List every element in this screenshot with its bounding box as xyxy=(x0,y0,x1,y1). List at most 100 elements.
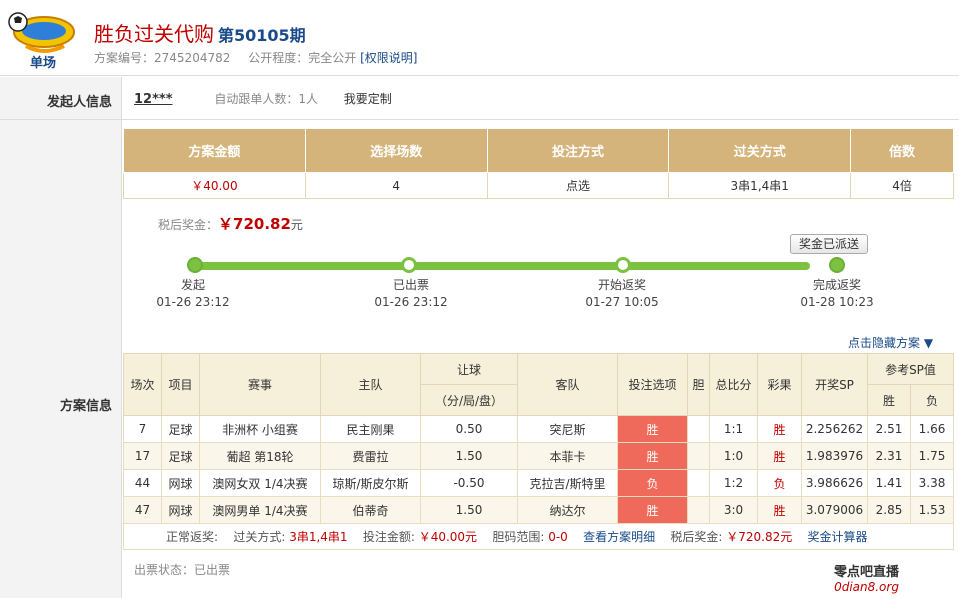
plan-amount: ￥40.00 xyxy=(123,172,306,199)
watermark-line2: 0dian8.org xyxy=(834,580,899,594)
multiple: 4倍 xyxy=(850,172,954,199)
cell-sp: 2.256262 xyxy=(801,415,868,443)
logo-text: 单场 xyxy=(30,56,57,71)
permission-link[interactable]: [权限说明] xyxy=(360,51,417,65)
bonus-value: ￥720.82 xyxy=(218,215,291,233)
progress-node-2 xyxy=(401,257,417,273)
cell-handicap: 1.50 xyxy=(420,496,518,524)
username-link[interactable]: 12*** xyxy=(134,92,173,107)
cell-round: 47 xyxy=(123,496,162,524)
step-time: 01-26 23:12 xyxy=(374,295,448,309)
after-tax-bonus: 税后奖金：￥720.82元 xyxy=(158,213,303,234)
footer-pass-label: 过关方式: xyxy=(233,530,286,544)
cell-score: 1:0 xyxy=(709,442,758,470)
cell-event: 葡超 第18轮 xyxy=(199,442,321,470)
public-value: 完全公开 xyxy=(308,51,357,65)
progress-node-4 xyxy=(829,257,845,273)
page-title: 胜负过关代购 xyxy=(94,22,214,46)
col-pick: 投注选项 xyxy=(617,353,688,416)
public-label: 公开程度： xyxy=(248,51,309,65)
cell-pick: 负 xyxy=(617,469,688,497)
cell-sp: 1.983976 xyxy=(801,442,868,470)
bonus-unit: 元 xyxy=(290,218,303,232)
footer-amount-label: 投注金额: xyxy=(362,530,415,544)
plan-no: 2745204782 xyxy=(154,51,231,65)
cell-home: 琼斯/斯皮尔斯 xyxy=(320,469,421,497)
detail-footer: 正常返奖: 过关方式: 3串1,4串1 投注金额: ￥40.00元 胆码范围: … xyxy=(123,523,954,550)
col-score: 总比分 xyxy=(709,353,758,416)
cell-away: 突尼斯 xyxy=(517,415,618,443)
progress-track xyxy=(195,262,810,270)
plan-meta: 方案编号：2745204782 公开程度：完全公开 [权限说明] xyxy=(94,49,417,66)
danchang-logo: 单场 xyxy=(6,6,76,71)
footer-dan-label: 胆码范围: xyxy=(492,530,545,544)
table-row: 44 网球 澳网女双 1/4决赛 琼斯/斯皮尔斯 -0.50 克拉吉/斯特里 负… xyxy=(123,469,954,497)
summary-value-row: ￥40.00 4 点选 3串1,4串1 4倍 xyxy=(123,172,954,199)
cell-event: 非洲杯 小组赛 xyxy=(199,415,321,443)
footer-normal: 正常返奖: xyxy=(166,530,219,544)
summary-header: 过关方式 xyxy=(668,128,852,173)
cell-sp: 3.986626 xyxy=(801,469,868,497)
cell-handicap: -0.50 xyxy=(420,469,518,497)
col-sp: 开奖SP xyxy=(801,353,868,416)
divider xyxy=(0,119,959,120)
summary-header: 方案金额 xyxy=(123,128,306,173)
step-time: 01-28 10:23 xyxy=(800,295,874,309)
cell-sport: 足球 xyxy=(161,442,200,470)
progress-step: 已出票 01-26 23:12 xyxy=(351,277,471,311)
follow-count: 自动跟单人数：1人 xyxy=(214,92,318,106)
cell-away: 克拉吉/斯特里 xyxy=(517,469,618,497)
plan-label: 方案信息 xyxy=(59,399,112,414)
cell-result: 负 xyxy=(757,469,802,497)
view-detail-link[interactable]: 查看方案明细 xyxy=(583,530,655,544)
page-header: 单场 胜负过关代购 第50105期 方案编号：2745204782 公开程度：完全… xyxy=(0,0,959,76)
footer-bonus-label: 税后奖金: xyxy=(670,530,723,544)
cell-pick: 胜 xyxy=(617,415,688,443)
title-area: 胜负过关代购 第50105期 xyxy=(94,18,306,47)
cell-pick: 胜 xyxy=(617,442,688,470)
col-win: 胜 xyxy=(867,384,911,416)
detail-header-row: 场次 项目 赛事 主队 让球 客队 投注选项 胆 总比分 彩果 开奖SP 参考S… xyxy=(123,353,954,416)
initiator-info: 12*** 自动跟单人数：1人 我要定制 xyxy=(134,90,392,107)
cell-result: 胜 xyxy=(757,415,802,443)
cell-event: 澳网女双 1/4决赛 xyxy=(199,469,321,497)
left-label-column: 发起人信息 方案信息 xyxy=(0,77,122,598)
footer-dan-value: 0-0 xyxy=(548,530,568,544)
summary-header-row: 方案金额 选择场数 投注方式 过关方式 倍数 xyxy=(123,128,954,173)
cell-sport: 网球 xyxy=(161,469,200,497)
col-sport: 项目 xyxy=(161,353,200,416)
summary-header: 选择场数 xyxy=(304,128,488,173)
footer-amount-value: ￥40.00元 xyxy=(418,530,478,544)
col-dan: 胆 xyxy=(687,353,710,416)
hide-plan-link[interactable]: 点击隐藏方案 ▼ xyxy=(848,334,933,351)
cell-handicap: 1.50 xyxy=(420,442,518,470)
step-label: 发起 xyxy=(180,278,205,292)
col-home: 主队 xyxy=(320,353,421,416)
progress-step: 完成返奖 01-28 10:23 xyxy=(777,277,897,311)
cell-win-sp: 1.41 xyxy=(867,469,911,497)
cell-sp: 3.079006 xyxy=(801,496,868,524)
step-label: 完成返奖 xyxy=(812,278,861,292)
cell-pick: 胜 xyxy=(617,496,688,524)
plan-no-label: 方案编号： xyxy=(94,51,155,65)
bonus-calculator-link[interactable]: 奖金计算器 xyxy=(807,530,867,544)
custom-follow-link[interactable]: 我要定制 xyxy=(344,92,392,106)
col-handicap: 让球 xyxy=(420,353,518,385)
watermark: 零点吧直播 0dian8.org xyxy=(834,561,899,594)
issue-number: 第50105期 xyxy=(218,26,306,45)
bonus-paid-button[interactable]: 奖金已派送 xyxy=(790,234,869,254)
cell-round: 7 xyxy=(123,415,162,443)
summary-header: 投注方式 xyxy=(486,128,670,173)
cell-win-sp: 2.51 xyxy=(867,415,911,443)
cell-home: 伯蒂奇 xyxy=(320,496,421,524)
cell-round: 44 xyxy=(123,469,162,497)
col-event: 赛事 xyxy=(199,353,321,416)
cell-result: 胜 xyxy=(757,496,802,524)
cell-away: 本菲卡 xyxy=(517,442,618,470)
cell-home: 费雷拉 xyxy=(320,442,421,470)
plan-detail-table: 场次 项目 赛事 主队 让球 客队 投注选项 胆 总比分 彩果 开奖SP 参考S… xyxy=(123,353,954,550)
progress-node-3 xyxy=(615,257,631,273)
cell-event: 澳网男单 1/4决赛 xyxy=(199,496,321,524)
cell-score: 1:1 xyxy=(709,415,758,443)
step-label: 开始返奖 xyxy=(597,278,646,292)
